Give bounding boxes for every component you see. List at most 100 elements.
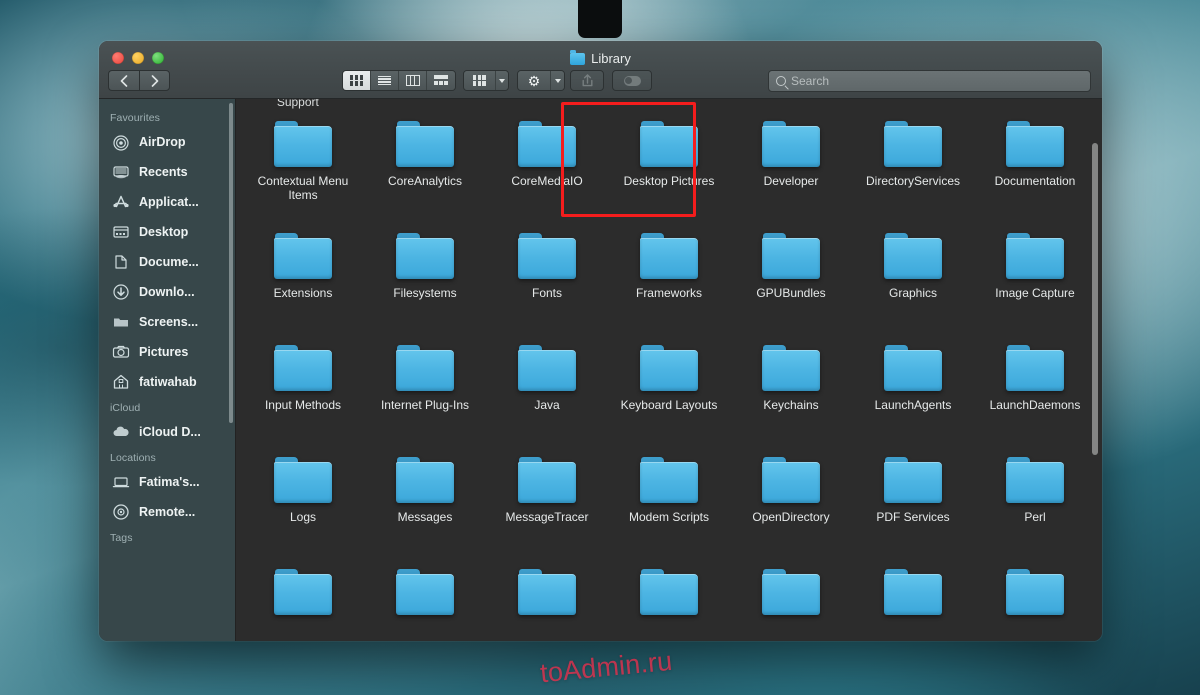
sidebar-item-home[interactable]: fatiwahab [99,367,235,397]
folder-item[interactable]: Keyboard Layouts [608,335,730,447]
folder-item[interactable]: Messages [364,447,486,559]
folder-item[interactable] [486,559,608,641]
display-notch [578,0,622,38]
folder-item[interactable] [730,559,852,641]
folder-label: MessageTracer [505,510,589,524]
file-grid-area[interactable]: Support Contextual Menu Items CoreAnalyti… [236,99,1102,641]
folder-item[interactable]: LaunchDaemons [974,335,1096,447]
folder-item[interactable] [364,559,486,641]
minimize-button[interactable] [132,52,144,64]
chevron-down-icon [554,78,561,83]
sidebar-item-label: iCloud D... [139,425,201,439]
folder-item[interactable]: CoreMediaIO [486,111,608,223]
sidebar-section-header-icloud: iCloud [110,402,141,414]
folder-item[interactable]: Desktop Pictures [608,111,730,223]
folder-icon [640,233,698,279]
list-view-button[interactable] [371,71,399,90]
tag-icon [623,75,641,86]
sidebar-item-label: Remote... [139,505,196,519]
sidebar-item-remote-disc[interactable]: Remote... [99,497,235,527]
folder-item[interactable]: Image Capture [974,223,1096,335]
folder-item[interactable]: Developer [730,111,852,223]
folder-label: Keyboard Layouts [620,398,718,412]
folder-icon [396,233,454,279]
folder-icon [640,569,698,615]
search-input[interactable]: Search [768,70,1091,92]
folder-icon [396,121,454,167]
arrange-icon-cell[interactable] [464,71,496,90]
action-icon-cell[interactable]: ⚙ [518,71,551,90]
folder-item[interactable]: Filesystems [364,223,486,335]
folder-item[interactable]: DirectoryServices [852,111,974,223]
sidebar-item-desktop[interactable]: Desktop [99,217,235,247]
folder-item[interactable]: Perl [974,447,1096,559]
folder-item[interactable] [608,559,730,641]
folder-item[interactable]: Fonts [486,223,608,335]
folder-item[interactable]: Documentation [974,111,1096,223]
sidebar-item-pictures[interactable]: Pictures [99,337,235,367]
folder-label: CoreMediaIO [511,174,583,188]
share-button[interactable] [570,70,604,91]
folder-icon [274,569,332,615]
folder-item[interactable]: Logs [242,447,364,559]
folder-label: Fonts [531,286,562,300]
forward-button[interactable] [139,70,170,91]
folder-item[interactable]: MessageTracer [486,447,608,559]
applications-icon [111,192,131,212]
icon-view-button[interactable] [343,71,371,90]
folder-item[interactable]: Internet Plug-Ins [364,335,486,447]
gear-icon: ⚙ [527,72,541,89]
folder-item[interactable] [242,559,364,641]
sidebar-item-applications[interactable]: Applicat... [99,187,235,217]
folder-icon [1006,457,1064,503]
folder-label: OpenDirectory [752,510,830,524]
arrange-menu-button[interactable] [463,70,509,91]
sidebar-item-downloads[interactable]: Downlo... [99,277,235,307]
columns-icon [405,75,420,86]
sidebar-scrollbar[interactable] [229,103,233,423]
sidebar-item-fatimas-mac[interactable]: Fatima's... [99,467,235,497]
folder-item[interactable]: Contextual Menu Items [242,111,364,223]
folder-label: Filesystems [393,286,457,300]
sidebar-item-documents[interactable]: Docume... [99,247,235,277]
folder-item[interactable]: PDF Services [852,447,974,559]
folder-item[interactable]: CoreAnalytics [364,111,486,223]
sidebar-item-screenshots[interactable]: Screens... [99,307,235,337]
sidebar-item-airdrop[interactable]: AirDrop [99,127,235,157]
downloads-icon [111,282,131,302]
folder-item[interactable] [974,559,1096,641]
tag-icon-cell[interactable] [613,71,651,90]
folder-item[interactable]: OpenDirectory [730,447,852,559]
folder-item[interactable]: Keychains [730,335,852,447]
chevron-left-icon [120,74,128,87]
folder-item[interactable]: Java [486,335,608,447]
folder-label: Desktop Pictures [623,174,715,188]
folder-item[interactable]: GPUBundles [730,223,852,335]
folder-item[interactable] [852,559,974,641]
gallery-view-button[interactable] [427,71,455,90]
action-chevron-cell[interactable] [551,71,564,90]
share-icon-cell[interactable] [571,71,603,90]
folder-item[interactable]: Graphics [852,223,974,335]
sidebar-item-label: AirDrop [139,135,186,149]
folder-item[interactable]: Frameworks [608,223,730,335]
folder-label: LaunchDaemons [989,398,1081,412]
sidebar-item-label: Recents [139,165,188,179]
folder-label: LaunchAgents [874,398,952,412]
sidebar-item-recents[interactable]: Recents [99,157,235,187]
arrange-chevron-cell[interactable] [495,71,508,90]
folder-item[interactable]: LaunchAgents [852,335,974,447]
folder-item[interactable]: Extensions [242,223,364,335]
search-placeholder: Search [791,74,830,88]
close-button[interactable] [112,52,124,64]
folder-item[interactable]: Input Methods [242,335,364,447]
back-button[interactable] [108,70,139,91]
sidebar-item-icloud-drive[interactable]: iCloud D... [99,417,235,447]
folder-item[interactable]: Modem Scripts [608,447,730,559]
tag-button[interactable] [612,70,652,91]
action-menu-button[interactable]: ⚙ [517,70,565,91]
folder-label: Contextual Menu Items [257,174,349,202]
column-view-button[interactable] [399,71,427,90]
maximize-button[interactable] [152,52,164,64]
content-scrollbar[interactable] [1092,143,1098,455]
